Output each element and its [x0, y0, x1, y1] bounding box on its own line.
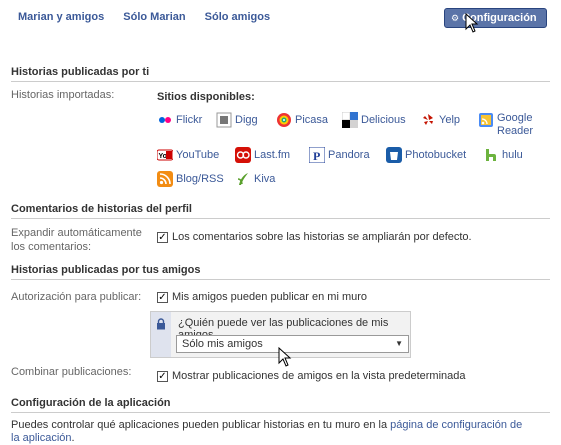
- site-picasa[interactable]: Picasa: [276, 112, 328, 128]
- picasa-icon: [277, 113, 291, 127]
- hulu-icon: [486, 149, 496, 161]
- tab-solo-marian[interactable]: Sólo Marian: [123, 11, 185, 23]
- checkbox-comentarios[interactable]: ✓: [157, 231, 168, 243]
- site-lastfm-label: Last.fm: [254, 148, 291, 161]
- lastfm-icon: [235, 147, 251, 163]
- app-config-description: Puedes controlar qué aplicaciones pueden…: [11, 419, 531, 445]
- section-comentarios-historias: Comentarios de historias del perfil: [11, 203, 550, 219]
- lock-column: [151, 312, 171, 357]
- google-reader-icon: [479, 113, 493, 127]
- site-digg-label: Digg: [235, 113, 258, 126]
- privacy-settings-box: ¿Quién puede ver las publicaciones de mi…: [150, 311, 411, 358]
- digg-icon: [216, 112, 232, 128]
- site-youtube-label: YouTube: [176, 148, 220, 161]
- site-google-reader-label: Google Reader: [497, 112, 534, 137]
- section-historias-amigos: Historias publicadas por tus amigos: [11, 264, 550, 280]
- site-kiva[interactable]: Kiva: [235, 171, 275, 187]
- yelp-icon: [423, 114, 433, 125]
- check-label-publicar: Mis amigos pueden publicar en mi muro: [172, 291, 368, 303]
- site-kiva-label: Kiva: [254, 172, 276, 185]
- site-youtube[interactable]: Yo YouTube: [157, 147, 219, 163]
- site-hulu[interactable]: hulu: [483, 147, 523, 163]
- app-config-end: .: [71, 432, 75, 444]
- configuration-button[interactable]: ⚙ Configuración: [444, 8, 547, 28]
- svg-text:Yo: Yo: [159, 153, 167, 160]
- site-lastfm[interactable]: Last.fm: [235, 147, 290, 163]
- label-autorizacion-publicar: Autorización para publicar:: [11, 291, 142, 303]
- svg-text:P: P: [313, 149, 320, 163]
- site-yelp-label: Yelp: [439, 113, 461, 126]
- checkbox-publicar[interactable]: ✓: [157, 291, 168, 303]
- site-yelp[interactable]: Yelp: [420, 112, 460, 128]
- kiva-icon: [237, 173, 248, 185]
- site-photobucket-label: Photobucket: [405, 148, 467, 161]
- check-label-comentarios: Los comentarios sobre las historias se a…: [172, 231, 472, 243]
- privacy-select-value: Sólo mis amigos: [182, 338, 263, 350]
- privacy-select[interactable]: Sólo mis amigos ▼: [176, 335, 409, 353]
- lock-icon: [157, 318, 165, 330]
- check-label-combinar: Mostrar publicaciones de amigos en la vi…: [172, 370, 466, 382]
- site-picasa-label: Picasa: [295, 113, 329, 126]
- filter-tabs: Marian y amigos Sólo Marian Sólo amigos: [18, 11, 286, 23]
- site-delicious-label: Delicious: [361, 113, 406, 126]
- site-hulu-label: hulu: [502, 148, 523, 161]
- checkbox-combinar[interactable]: ✓: [157, 370, 168, 382]
- rss-icon: [157, 171, 173, 187]
- configuration-button-label: Configuración: [462, 12, 537, 24]
- site-pandora[interactable]: P Pandora: [309, 147, 370, 163]
- section-configuracion-aplicacion: Configuración de la aplicación: [11, 397, 550, 413]
- check-row-publicar: ✓ Mis amigos pueden publicar en mi muro: [157, 291, 367, 303]
- site-photobucket[interactable]: Photobucket: [386, 147, 466, 163]
- check-row-combinar: ✓ Mostrar publicaciones de amigos en la v…: [157, 370, 466, 382]
- site-flickr[interactable]: Flickr: [157, 112, 202, 128]
- gear-icon: ⚙: [451, 13, 460, 23]
- chevron-down-icon: ▼: [395, 339, 403, 348]
- label-historias-importadas: Historias importadas:: [11, 89, 115, 101]
- youtube-icon: Yo: [157, 149, 173, 161]
- site-blog-rss[interactable]: Blog/RSS: [157, 171, 224, 187]
- site-flickr-label: Flickr: [176, 113, 203, 126]
- check-row-comentarios: ✓ Los comentarios sobre las historias se …: [157, 231, 472, 243]
- site-digg[interactable]: Digg: [216, 112, 258, 128]
- photobucket-icon: [386, 147, 402, 163]
- sitios-disponibles-title: Sitios disponibles:: [157, 91, 255, 103]
- app-config-text: Puedes controlar qué aplicaciones pueden…: [11, 419, 391, 431]
- flickr-icon: [159, 117, 171, 123]
- delicious-icon: [342, 112, 358, 128]
- label-combinar-publicaciones: Combinar publicaciones:: [11, 366, 132, 378]
- section-historias-publicadas: Historias publicadas por ti: [11, 66, 550, 82]
- site-pandora-label: Pandora: [328, 148, 370, 161]
- label-expandir-comentarios: Expandir automáticamente los comentarios…: [11, 227, 142, 253]
- site-delicious[interactable]: Delicious: [342, 112, 406, 128]
- pandora-icon: P: [309, 147, 325, 163]
- site-google-reader[interactable]: Google Reader: [478, 112, 548, 138]
- tab-solo-amigos[interactable]: Sólo amigos: [205, 11, 270, 23]
- site-blog-rss-label: Blog/RSS: [176, 172, 224, 185]
- tab-marian-y-amigos[interactable]: Marian y amigos: [18, 11, 104, 23]
